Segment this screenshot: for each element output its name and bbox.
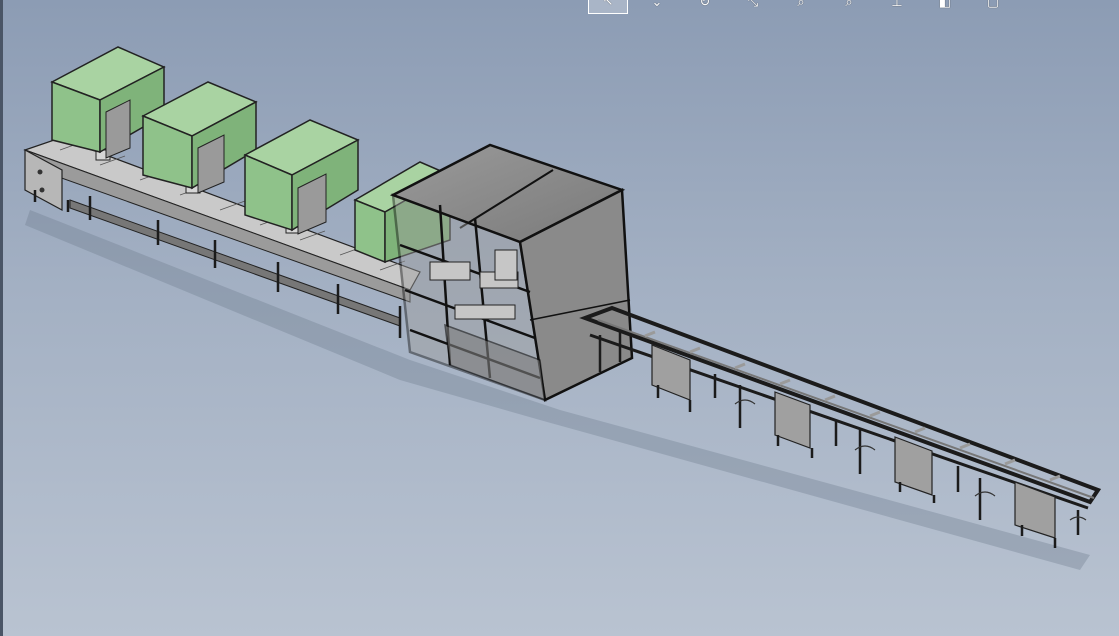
toolbar-button-section-view[interactable]: ⊥ xyxy=(878,0,916,14)
toolbar-button-view-orientation[interactable]: ▢ xyxy=(974,0,1012,14)
toolbar-button-pan[interactable]: ⤡ xyxy=(734,0,772,14)
cad-3d-viewport[interactable] xyxy=(0,0,1119,636)
select-arrow-icon: ↖ xyxy=(602,0,614,9)
toolbar-button-select-arrow[interactable]: ↖ xyxy=(588,0,628,14)
green-enclosure-3[interactable] xyxy=(243,119,360,235)
central-cabinet[interactable] xyxy=(389,143,634,402)
toolbar-button-zoom-area[interactable]: ⌕ xyxy=(830,0,868,14)
toolbar-button-zoom-fit[interactable]: ⌕ xyxy=(782,0,820,14)
section-view-icon: ⊥ xyxy=(891,0,903,10)
output-conveyor[interactable] xyxy=(579,305,1102,548)
toolbar-button-display-style[interactable]: ◧ xyxy=(926,0,964,14)
view-toolbar: ↖ ⌄ ↻ ⤡ ⌕ ⌕ ⊥ ◧ ▢ xyxy=(588,0,1012,14)
chevron-down-icon: ⌄ xyxy=(651,0,663,10)
rotate-view-icon: ↻ xyxy=(699,0,711,10)
under-cabinet-2[interactable] xyxy=(774,391,811,449)
zoom-fit-icon: ⌕ xyxy=(797,0,805,10)
display-style-icon: ◧ xyxy=(938,0,952,10)
toolbar-button-rotate-view[interactable]: ↻ xyxy=(686,0,724,14)
view-orientation-icon: ▢ xyxy=(986,0,1000,10)
zoom-area-icon: ⌕ xyxy=(845,0,853,10)
toolbar-button-chevron-down[interactable]: ⌄ xyxy=(638,0,676,14)
pan-icon: ⤡ xyxy=(747,0,759,10)
